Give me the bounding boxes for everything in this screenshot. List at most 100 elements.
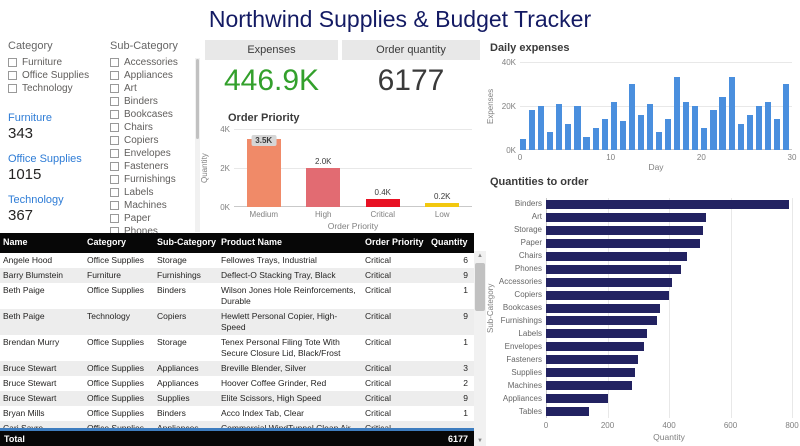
table-row[interactable]: Bruce StewartOffice SuppliesAppliancesHo… (0, 376, 474, 391)
quantity-bar[interactable] (546, 329, 647, 338)
daily-expense-bar[interactable] (611, 102, 617, 150)
checkbox-icon[interactable] (8, 71, 17, 80)
column-header[interactable]: Category (84, 233, 154, 253)
quantity-bar[interactable] (546, 316, 657, 325)
daily-expense-bar[interactable] (683, 102, 689, 150)
checkbox-icon[interactable] (110, 58, 119, 67)
table-row[interactable]: Barry BlumsteinFurnitureFurnishingsDefle… (0, 268, 474, 283)
table-row[interactable]: Brendan MurryOffice SuppliesStorageTenex… (0, 335, 474, 361)
daily-expense-bar[interactable] (593, 128, 599, 150)
checkbox-icon[interactable] (110, 110, 119, 119)
priority-bar[interactable] (425, 203, 459, 207)
column-header[interactable]: Order Priority (362, 233, 428, 253)
column-header[interactable]: Quantity (428, 233, 474, 253)
slicer-item[interactable]: Fasteners (110, 160, 200, 173)
checkbox-icon[interactable] (110, 162, 119, 171)
slicer-item[interactable]: Office Supplies (8, 69, 104, 82)
slicer-item[interactable]: Technology (8, 82, 104, 95)
checkbox-icon[interactable] (110, 97, 119, 106)
daily-expense-bar[interactable] (574, 106, 580, 150)
table-row[interactable]: Bruce StewartOffice SuppliesSuppliesElit… (0, 391, 474, 406)
daily-expense-bar[interactable] (729, 77, 735, 150)
column-header[interactable]: Sub-Category (154, 233, 218, 253)
checkbox-icon[interactable] (110, 201, 119, 210)
slicer-item[interactable]: Labels (110, 186, 200, 199)
daily-expense-bar[interactable] (692, 106, 698, 150)
priority-bar[interactable] (247, 139, 281, 207)
checkbox-icon[interactable] (110, 175, 119, 184)
daily-expense-bar[interactable] (674, 77, 680, 150)
slicer-item[interactable]: Furnishings (110, 173, 200, 186)
priority-bar[interactable] (366, 199, 400, 207)
quantity-bar[interactable] (546, 291, 669, 300)
column-header[interactable]: Name (0, 233, 84, 253)
daily-expense-bar[interactable] (665, 119, 671, 150)
table-row[interactable]: Beth PaigeOffice SuppliesBindersWilson J… (0, 283, 474, 309)
slicer-item[interactable]: Bookcases (110, 108, 200, 121)
slicer-item[interactable]: Paper (110, 212, 200, 225)
slicer-item[interactable]: Art (110, 82, 200, 95)
scrollbar-thumb[interactable] (475, 263, 485, 311)
checkbox-icon[interactable] (110, 84, 119, 93)
quantity-bar[interactable] (546, 200, 789, 209)
daily-expense-bar[interactable] (656, 132, 662, 150)
scrollbar-thumb[interactable] (196, 59, 199, 139)
daily-expense-bar[interactable] (583, 137, 589, 150)
slicer-item[interactable]: Accessories (110, 56, 200, 69)
checkbox-icon[interactable] (110, 136, 119, 145)
slicer-item[interactable]: Furniture (8, 56, 104, 69)
daily-expense-bar[interactable] (629, 84, 635, 150)
quantity-bar[interactable] (546, 278, 672, 287)
table-row[interactable]: Bryan MillsOffice SuppliesBindersAcco In… (0, 406, 474, 421)
table-row[interactable]: Beth PaigeTechnologyCopiersHewlett Perso… (0, 309, 474, 335)
quantity-bar[interactable] (546, 355, 638, 364)
checkbox-icon[interactable] (8, 58, 17, 67)
daily-expense-bar[interactable] (738, 124, 744, 150)
quantity-bar[interactable] (546, 239, 700, 248)
daily-expense-bar[interactable] (556, 104, 562, 150)
slicer-item[interactable]: Binders (110, 95, 200, 108)
daily-expense-bar[interactable] (538, 106, 544, 150)
quantity-bar[interactable] (546, 304, 660, 313)
checkbox-icon[interactable] (110, 214, 119, 223)
daily-expense-bar[interactable] (774, 119, 780, 150)
checkbox-icon[interactable] (8, 84, 17, 93)
daily-expense-bar[interactable] (647, 104, 653, 150)
quantity-bar[interactable] (546, 342, 644, 351)
quantity-bar[interactable] (546, 213, 706, 222)
checkbox-icon[interactable] (110, 188, 119, 197)
daily-expense-bar[interactable] (719, 97, 725, 150)
quantity-bar[interactable] (546, 265, 681, 274)
daily-expense-bar[interactable] (765, 102, 771, 150)
checkbox-icon[interactable] (110, 71, 119, 80)
table-scrollbar[interactable]: ▲ ▼ (474, 251, 486, 446)
daily-expense-bar[interactable] (710, 110, 716, 150)
quantity-bar[interactable] (546, 407, 589, 416)
checkbox-icon[interactable] (110, 123, 119, 132)
slicer-item[interactable]: Appliances (110, 69, 200, 82)
checkbox-icon[interactable] (110, 149, 119, 158)
quantity-bar[interactable] (546, 368, 635, 377)
daily-expense-bar[interactable] (520, 139, 526, 150)
daily-expense-bar[interactable] (547, 132, 553, 150)
daily-expense-bar[interactable] (756, 106, 762, 150)
daily-expense-bar[interactable] (620, 121, 626, 150)
slicer-item[interactable]: Machines (110, 199, 200, 212)
quantity-bar[interactable] (546, 252, 687, 261)
daily-expense-bar[interactable] (747, 115, 753, 150)
slicer-item[interactable]: Chairs (110, 121, 200, 134)
subcategory-scrollbar[interactable] (195, 58, 200, 232)
daily-expense-bar[interactable] (565, 124, 571, 150)
priority-bar[interactable] (306, 168, 340, 207)
scroll-up-icon[interactable]: ▲ (474, 251, 486, 261)
column-header[interactable]: Product Name (218, 233, 362, 253)
scroll-down-icon[interactable]: ▼ (474, 436, 486, 446)
daily-expense-bar[interactable] (529, 110, 535, 150)
daily-expense-bar[interactable] (783, 84, 789, 150)
daily-expense-bar[interactable] (701, 128, 707, 150)
quantity-bar[interactable] (546, 381, 632, 390)
quantity-bar[interactable] (546, 394, 608, 403)
daily-expense-bar[interactable] (602, 119, 608, 150)
table-row[interactable]: Bruce StewartOffice SuppliesAppliancesBr… (0, 361, 474, 376)
quantity-bar[interactable] (546, 226, 703, 235)
